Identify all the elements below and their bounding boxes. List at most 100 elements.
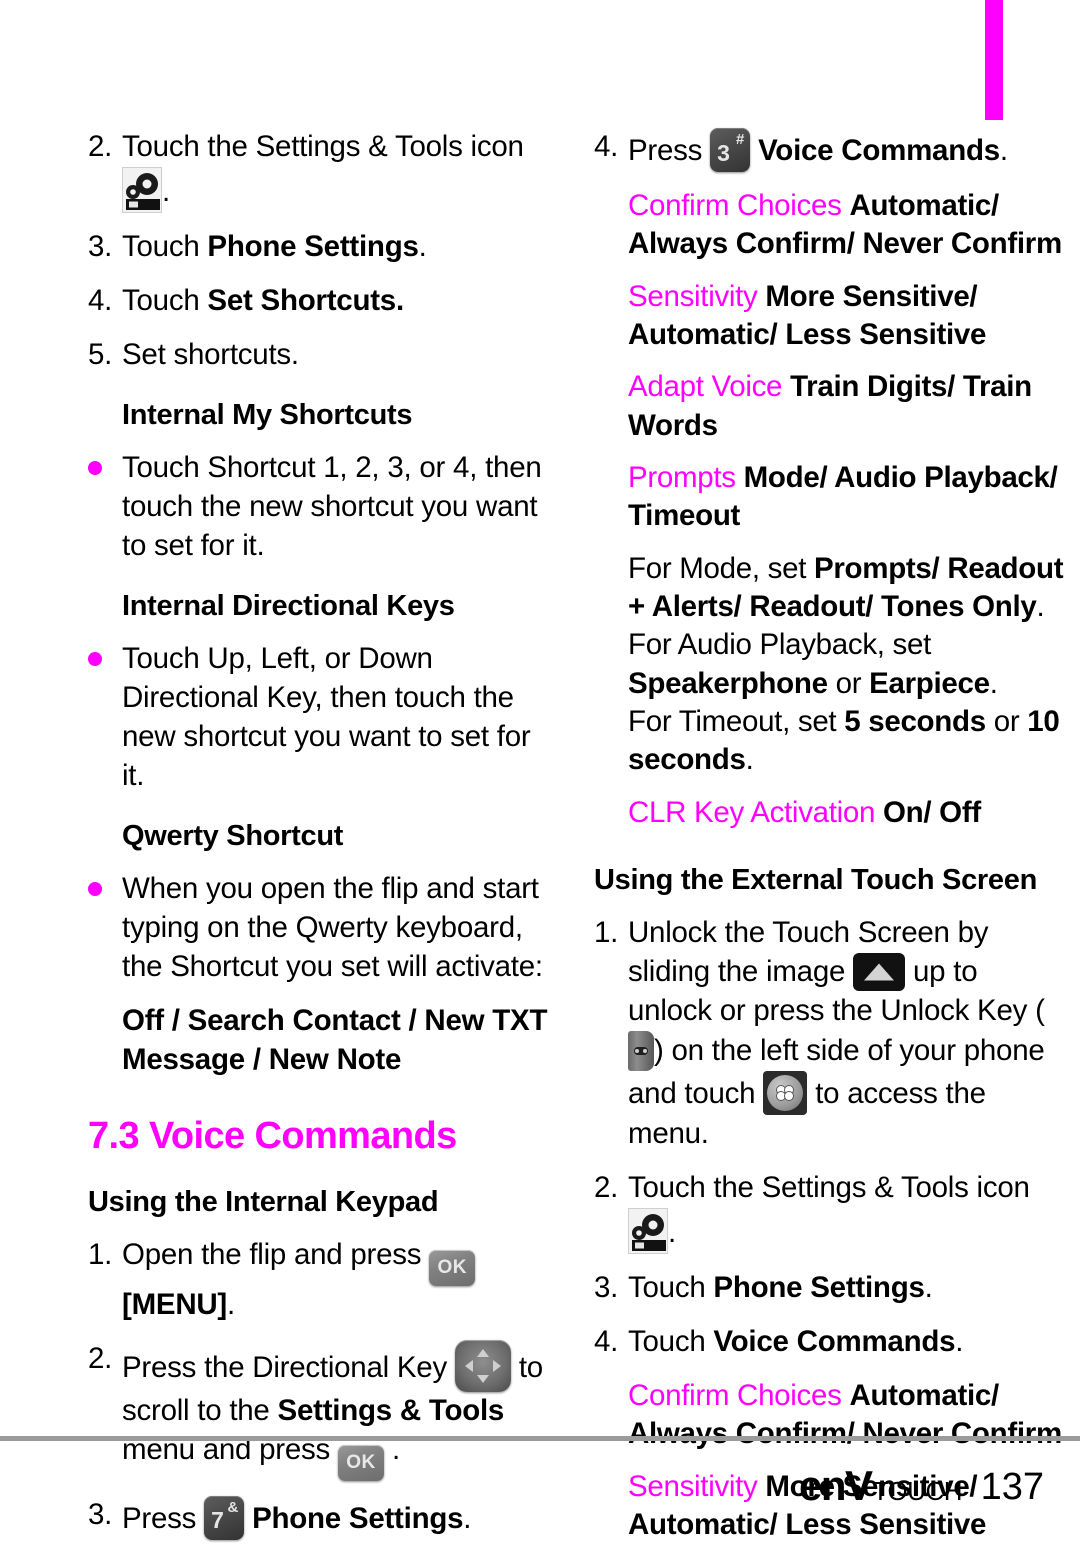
prompt-detail-mode: For Mode, set Prompts/ Readout + Alerts/… bbox=[628, 550, 1064, 627]
settings-tools-icon bbox=[122, 166, 162, 213]
step-text-post: . bbox=[668, 1216, 676, 1250]
page-footer: enV TOUCH 137 bbox=[0, 1418, 1080, 1552]
step-text: Touch Voice Commands. bbox=[628, 1323, 1064, 1362]
step-text-post: . bbox=[924, 1271, 933, 1305]
step-number: 4. bbox=[594, 1325, 619, 1359]
option-key: Prompts bbox=[628, 461, 736, 495]
option-prompts: Prompts Mode/ Audio Playback/ Timeout bbox=[628, 459, 1064, 536]
detail-mid: or bbox=[827, 666, 870, 700]
step-text-pre: Open the flip and press bbox=[122, 1237, 430, 1271]
option-confirm-choices: Confirm Choices Automatic/ Always Confir… bbox=[628, 187, 1064, 264]
step-text: Touch Phone Settings. bbox=[628, 1269, 1064, 1308]
footer-divider bbox=[0, 1436, 1080, 1441]
detail-post: . bbox=[745, 743, 754, 777]
heading-using-external-touch-screen: Using the External Touch Screen bbox=[594, 864, 1037, 897]
list-item: 5. Set shortcuts. bbox=[88, 336, 558, 375]
step-number: 4. bbox=[594, 130, 619, 163]
heading-internal-directional-keys: Internal Directional Keys bbox=[122, 589, 455, 622]
brand-logo-env: enV bbox=[799, 1462, 873, 1509]
step-text: Touch Phone Settings. bbox=[122, 228, 558, 267]
brand-logo-touch: TOUCH bbox=[872, 1476, 963, 1506]
step-text-bold: Voice Commands bbox=[713, 1325, 956, 1359]
step-number: 1. bbox=[594, 916, 619, 950]
list-item: 3. Touch Phone Settings. bbox=[88, 228, 558, 267]
detail-post: . bbox=[989, 666, 998, 700]
detail-pre: For Timeout, set bbox=[628, 705, 845, 739]
right-column: 4. Press 3 # Voice Commands. Confirm Choi… bbox=[594, 128, 1064, 1541]
option-key: Adapt Voice bbox=[628, 370, 783, 404]
option-key: Confirm Choices bbox=[628, 1378, 842, 1412]
page-edge-tab bbox=[985, 0, 1003, 120]
step-text-post: . bbox=[227, 1287, 235, 1321]
menu-dots-icon bbox=[763, 1071, 808, 1116]
option-key: Sensitivity bbox=[628, 279, 758, 313]
detail-bold-2: Earpiece bbox=[869, 666, 990, 700]
step-text: Touch the Settings & Tools icon . bbox=[122, 128, 558, 213]
key-digit: 3 bbox=[717, 139, 730, 166]
detail-pre: For Audio Playback, set bbox=[628, 628, 932, 662]
heading-using-internal-keypad: Using the Internal Keypad bbox=[88, 1185, 439, 1218]
step-text-bold: Voice Commands bbox=[758, 134, 1000, 167]
list-item: When you open the flip and start typing … bbox=[88, 870, 558, 987]
step-text-post: . bbox=[955, 1325, 964, 1359]
list-item: Touch Shortcut 1, 2, 3, or 4, then touch… bbox=[88, 449, 558, 566]
step-number: 2. bbox=[88, 130, 113, 163]
step-text-pre: Touch the Settings & Tools icon bbox=[628, 1171, 1030, 1205]
step-number: 5. bbox=[88, 337, 113, 371]
step-text-pre: Touch bbox=[628, 1325, 714, 1359]
heading-internal-my-shortcuts: Internal My Shortcuts bbox=[122, 398, 413, 431]
step-text-post: . bbox=[418, 229, 427, 263]
bullet-dot-icon bbox=[88, 640, 122, 667]
step-text: Unlock the Touch Screen by sliding the i… bbox=[628, 914, 1064, 1154]
step-text-post: . bbox=[162, 174, 170, 208]
key-3-icon: 3 # bbox=[710, 128, 751, 172]
manual-page-body: 2. Touch the Settings & Tools icon . 3. … bbox=[0, 128, 1080, 1541]
step-text-pre: Press the Directional Key bbox=[122, 1350, 455, 1384]
detail-bold: Speakerphone bbox=[628, 666, 828, 700]
section-heading-voice-commands: 7.3 Voice Commands bbox=[88, 1114, 457, 1157]
bullet-text: Touch Up, Left, or Down Directional Key,… bbox=[122, 642, 531, 792]
page-number: 137 bbox=[980, 1466, 1044, 1508]
list-item: 2. Touch the Settings & Tools icon . bbox=[594, 1169, 1064, 1255]
directional-key-icon bbox=[454, 1339, 511, 1392]
step-number: 1. bbox=[88, 1237, 113, 1271]
settings-tools-icon bbox=[628, 1208, 668, 1255]
step-text: Touch the Settings & Tools icon . bbox=[628, 1169, 1064, 1255]
option-value: On/ Off bbox=[883, 795, 981, 829]
step-text-bold: Phone Settings bbox=[713, 1271, 925, 1305]
step-text-bold: Set Shortcuts. bbox=[207, 283, 404, 317]
step-text-bold: [MENU] bbox=[122, 1287, 228, 1321]
key-symbol: # bbox=[736, 131, 745, 148]
prompt-detail-audio-playback: For Audio Playback, set Speakerphone or … bbox=[628, 626, 1064, 703]
left-column: 2. Touch the Settings & Tools icon . 3. … bbox=[88, 128, 558, 1540]
list-item: 2. Touch the Settings & Tools icon . bbox=[88, 128, 558, 213]
option-key: Confirm Choices bbox=[628, 189, 842, 222]
detail-pre: For Mode, set bbox=[628, 551, 814, 585]
bullet-text: When you open the flip and start typing … bbox=[122, 872, 543, 983]
step-text-post: . bbox=[999, 134, 1008, 167]
qwerty-options-text: Off / Search Contact / New TXT Message /… bbox=[122, 1003, 548, 1076]
unlock-key-icon bbox=[628, 1031, 654, 1072]
prompt-detail-timeout: For Timeout, set 5 seconds or 10 seconds… bbox=[628, 703, 1064, 780]
step-number: 2. bbox=[88, 1341, 113, 1375]
step-number: 4. bbox=[88, 283, 113, 317]
step-text: Open the flip and press OK [MENU]. bbox=[122, 1236, 558, 1325]
heading-qwerty-shortcut: Qwerty Shortcut bbox=[122, 819, 344, 852]
step-number: 3. bbox=[594, 1271, 619, 1305]
unlock-slider-icon bbox=[853, 953, 906, 992]
option-key: CLR Key Activation bbox=[628, 795, 876, 829]
step-number: 3. bbox=[88, 229, 113, 263]
detail-bold: 5 seconds bbox=[844, 705, 986, 739]
step-text-pre: Touch the Settings & Tools icon bbox=[122, 130, 524, 163]
brand-logo: enV TOUCH bbox=[799, 1462, 963, 1510]
step-number: 2. bbox=[594, 1171, 619, 1205]
option-sensitivity: Sensitivity More Sensitive/ Automatic/ L… bbox=[628, 278, 1064, 355]
bullet-dot-icon bbox=[88, 449, 122, 475]
step-text-pre: Press bbox=[628, 134, 711, 167]
step-text-pre: Touch bbox=[122, 229, 208, 263]
list-item: 4. Touch Set Shortcuts. bbox=[88, 282, 558, 321]
step-text: Touch Set Shortcuts. bbox=[122, 282, 558, 321]
option-clr-key-activation: CLR Key Activation On/ Off bbox=[628, 794, 1064, 832]
list-item: Touch Up, Left, or Down Directional Key,… bbox=[88, 640, 558, 796]
ok-key-icon: OK bbox=[429, 1249, 476, 1286]
